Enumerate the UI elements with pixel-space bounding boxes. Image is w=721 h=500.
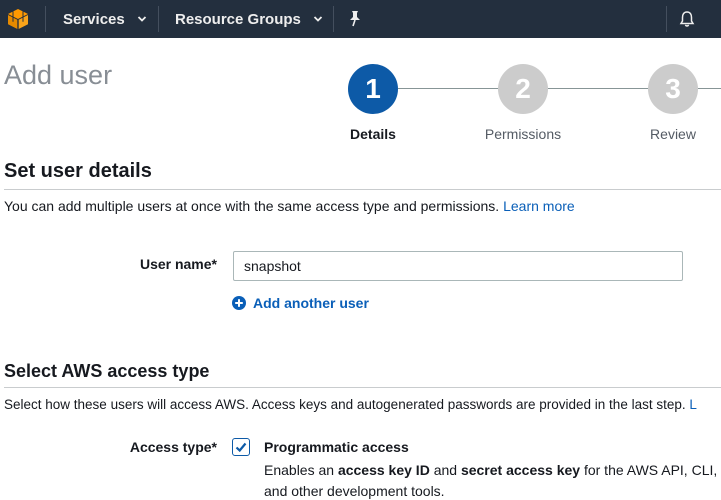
user-details-description: You can add multiple users at once with … bbox=[4, 198, 575, 214]
access-type-description: Select how these users will access AWS. … bbox=[4, 397, 697, 412]
step-3-label: Review bbox=[650, 126, 696, 142]
desc-bold-text: access key ID bbox=[337, 462, 430, 478]
desc-bold-text: secret access key bbox=[460, 462, 581, 478]
programmatic-access-checkbox[interactable] bbox=[232, 438, 250, 456]
add-another-user-button[interactable]: Add another user bbox=[232, 295, 369, 311]
step-1-label: Details bbox=[350, 126, 396, 142]
page-title: Add user bbox=[4, 60, 113, 90]
username-input[interactable] bbox=[233, 251, 683, 281]
nav-divider bbox=[666, 6, 667, 32]
chevron-down-icon bbox=[313, 16, 323, 22]
section-title-user-details: Set user details bbox=[4, 160, 152, 182]
step-connector bbox=[548, 88, 648, 89]
description-text: Select how these users will access AWS. … bbox=[4, 397, 686, 412]
desc-text: and bbox=[429, 462, 461, 478]
resource-groups-label: Resource Groups bbox=[175, 10, 301, 28]
nav-divider bbox=[158, 6, 159, 32]
programmatic-access-description: Enables an access key ID and secret acce… bbox=[264, 460, 717, 500]
access-type-label: Access type* bbox=[129, 439, 217, 455]
section-title-access-type: Select AWS access type bbox=[4, 361, 210, 381]
access-type-link[interactable]: L bbox=[689, 397, 697, 412]
bell-icon[interactable] bbox=[678, 10, 696, 28]
step-connector bbox=[698, 88, 721, 89]
services-menu[interactable]: Services bbox=[63, 0, 147, 38]
resource-groups-menu[interactable]: Resource Groups bbox=[175, 0, 323, 38]
chevron-down-icon bbox=[137, 16, 146, 22]
pin-icon[interactable] bbox=[347, 10, 363, 28]
learn-more-link[interactable]: Learn more bbox=[503, 198, 575, 214]
nav-divider bbox=[333, 6, 334, 32]
description-text: You can add multiple users at once with … bbox=[4, 198, 500, 214]
aws-cube-icon[interactable] bbox=[7, 8, 29, 30]
desc-text: Enables an bbox=[264, 462, 338, 478]
nav-divider bbox=[45, 6, 46, 32]
services-label: Services bbox=[63, 10, 125, 28]
desc-text: for the AWS API, CLI, bbox=[580, 462, 718, 478]
top-nav-bar: Services Resource Groups bbox=[0, 0, 721, 38]
programmatic-access-title: Programmatic access bbox=[264, 439, 409, 455]
plus-circle-icon bbox=[232, 296, 246, 310]
section-divider bbox=[4, 189, 721, 190]
step-connector bbox=[398, 88, 498, 89]
step-2-label: Permissions bbox=[484, 126, 562, 142]
desc-text: and other development tools. bbox=[264, 483, 445, 499]
username-label: User name* bbox=[139, 256, 217, 272]
step-2-circle: 2 bbox=[498, 64, 548, 114]
checkmark-icon bbox=[235, 442, 247, 453]
step-1-circle[interactable]: 1 bbox=[348, 64, 398, 114]
add-another-user-label: Add another user bbox=[253, 295, 369, 311]
section-divider bbox=[4, 387, 721, 388]
step-3-circle: 3 bbox=[648, 64, 698, 114]
